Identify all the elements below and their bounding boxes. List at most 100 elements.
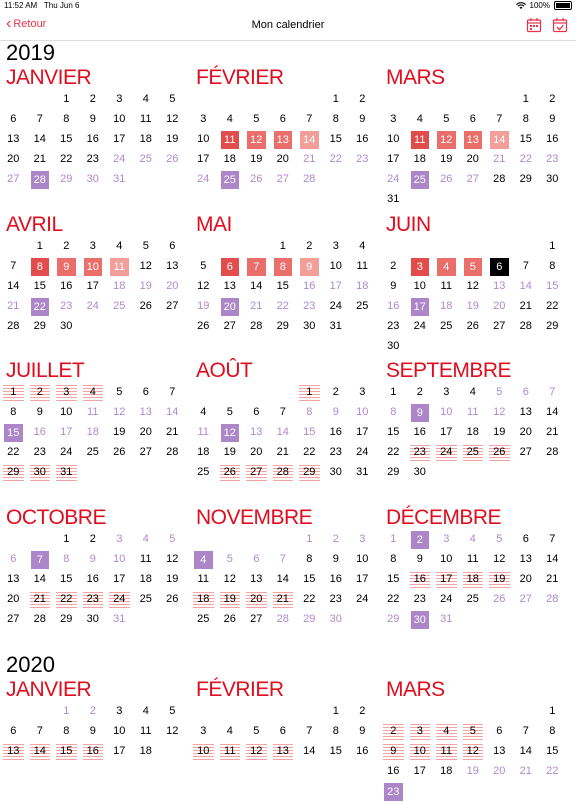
day-cell[interactable]: 2 (407, 385, 434, 401)
day-cell[interactable]: 14 (513, 279, 540, 295)
day-cell[interactable]: 19 (486, 425, 513, 441)
day-cell[interactable]: 21 (539, 572, 566, 588)
day-cell[interactable]: 10 (380, 132, 407, 148)
day-cell[interactable]: 3 (323, 239, 350, 255)
day-cell[interactable]: 31 (433, 612, 460, 628)
day-cell[interactable]: 18 (349, 279, 376, 295)
day-cell[interactable]: 14 (539, 552, 566, 568)
day-cell[interactable]: 1 (53, 704, 80, 720)
day-cell[interactable]: 25 (462, 443, 483, 461)
day-cell[interactable]: 27 (217, 319, 244, 335)
day-cell[interactable]: 14 (490, 131, 509, 149)
day-cell[interactable]: 11 (80, 405, 107, 421)
day-cell[interactable]: 30 (53, 319, 80, 335)
day-cell[interactable]: 29 (513, 172, 540, 188)
day-cell[interactable]: 19 (460, 299, 487, 315)
day-cell[interactable]: 13 (217, 279, 244, 295)
day-cell[interactable]: 17 (407, 764, 434, 780)
day-cell[interactable]: 2 (383, 722, 404, 740)
day-cell[interactable]: 13 (513, 552, 540, 568)
day-cell[interactable]: 8 (539, 724, 566, 740)
day-cell[interactable]: 21 (29, 590, 50, 608)
day-cell[interactable]: 25 (133, 592, 160, 608)
day-cell[interactable]: 1 (53, 92, 80, 108)
day-cell[interactable]: 12 (462, 742, 483, 760)
day-cell[interactable]: 29 (296, 612, 323, 628)
day-cell[interactable]: 1 (513, 92, 540, 108)
day-cell[interactable]: 6 (159, 239, 186, 255)
day-cell[interactable]: 10 (106, 724, 133, 740)
day-cell[interactable]: 11 (349, 259, 376, 275)
day-cell[interactable]: 3 (190, 112, 217, 128)
day-cell[interactable]: 22 (0, 445, 27, 461)
day-cell[interactable]: 15 (539, 744, 566, 760)
day-cell[interactable]: 12 (486, 405, 513, 421)
day-cell[interactable]: 24 (407, 319, 434, 335)
day-cell[interactable]: 9 (300, 258, 319, 276)
day-cell[interactable]: 17 (436, 570, 457, 588)
day-cell[interactable]: 17 (433, 425, 460, 441)
day-cell[interactable]: 7 (247, 258, 266, 276)
day-cell[interactable]: 16 (27, 425, 54, 441)
day-cell[interactable]: 27 (246, 463, 267, 481)
day-cell[interactable]: 26 (460, 319, 487, 335)
day-cell[interactable]: 12 (246, 742, 267, 760)
day-cell[interactable]: 3 (349, 385, 376, 401)
day-cell[interactable]: 24 (380, 172, 407, 188)
day-cell[interactable]: 18 (433, 299, 460, 315)
day-cell[interactable]: 22 (270, 299, 297, 315)
day-cell[interactable]: 14 (243, 279, 270, 295)
day-cell[interactable]: 24 (80, 299, 107, 315)
day-cell[interactable]: 9 (323, 405, 350, 421)
day-cell[interactable]: 1 (380, 385, 407, 401)
day-cell[interactable]: 1 (27, 239, 54, 255)
day-cell[interactable]: 13 (159, 259, 186, 275)
day-cell[interactable]: 22 (323, 152, 350, 168)
day-cell[interactable]: 27 (486, 319, 513, 335)
day-cell[interactable]: 28 (159, 445, 186, 461)
day-cell[interactable]: 1 (53, 532, 80, 548)
day-cell[interactable]: 26 (486, 592, 513, 608)
day-cell[interactable]: 16 (323, 572, 350, 588)
day-cell[interactable]: 7 (296, 724, 323, 740)
day-cell[interactable]: 16 (296, 279, 323, 295)
day-cell[interactable]: 25 (106, 299, 133, 315)
day-cell[interactable]: 20 (220, 298, 239, 316)
day-cell[interactable]: 18 (217, 152, 244, 168)
day-cell[interactable]: 14 (29, 742, 50, 760)
day-cell[interactable]: 5 (159, 92, 186, 108)
day-cell[interactable]: 15 (323, 132, 350, 148)
day-cell[interactable]: 12 (217, 572, 244, 588)
day-cell[interactable]: 23 (409, 443, 430, 461)
day-cell[interactable]: 3 (433, 385, 460, 401)
day-cell[interactable]: 3 (80, 239, 107, 255)
day-cell[interactable]: 19 (217, 445, 244, 461)
day-cell[interactable]: 18 (106, 279, 133, 295)
day-cell[interactable]: 18 (80, 425, 107, 441)
day-cell[interactable]: 11 (410, 131, 429, 149)
day-cell[interactable]: 5 (433, 112, 460, 128)
day-cell[interactable]: 13 (486, 744, 513, 760)
day-cell[interactable]: 18 (133, 572, 160, 588)
day-cell[interactable]: 2 (380, 259, 407, 275)
day-cell[interactable]: 7 (513, 259, 540, 275)
day-cell[interactable]: 19 (159, 572, 186, 588)
day-cell[interactable]: 5 (463, 258, 482, 276)
day-cell[interactable]: 15 (56, 742, 77, 760)
day-cell[interactable]: 7 (30, 551, 49, 569)
day-cell[interactable]: 9 (410, 404, 429, 422)
day-cell[interactable]: 22 (296, 592, 323, 608)
day-cell[interactable]: 1 (539, 239, 566, 255)
day-cell[interactable]: 29 (53, 172, 80, 188)
day-cell[interactable]: 13 (463, 131, 482, 149)
day-cell[interactable]: 21 (159, 425, 186, 441)
day-cell[interactable]: 16 (539, 132, 566, 148)
day-cell[interactable]: 2 (349, 92, 376, 108)
day-cell[interactable]: 1 (323, 704, 350, 720)
day-cell[interactable]: 4 (194, 551, 213, 569)
day-cell[interactable]: 27 (159, 299, 186, 315)
day-cell[interactable]: 26 (106, 445, 133, 461)
day-cell[interactable]: 1 (270, 239, 297, 255)
day-cell[interactable]: 26 (159, 152, 186, 168)
day-cell[interactable]: 16 (53, 279, 80, 295)
